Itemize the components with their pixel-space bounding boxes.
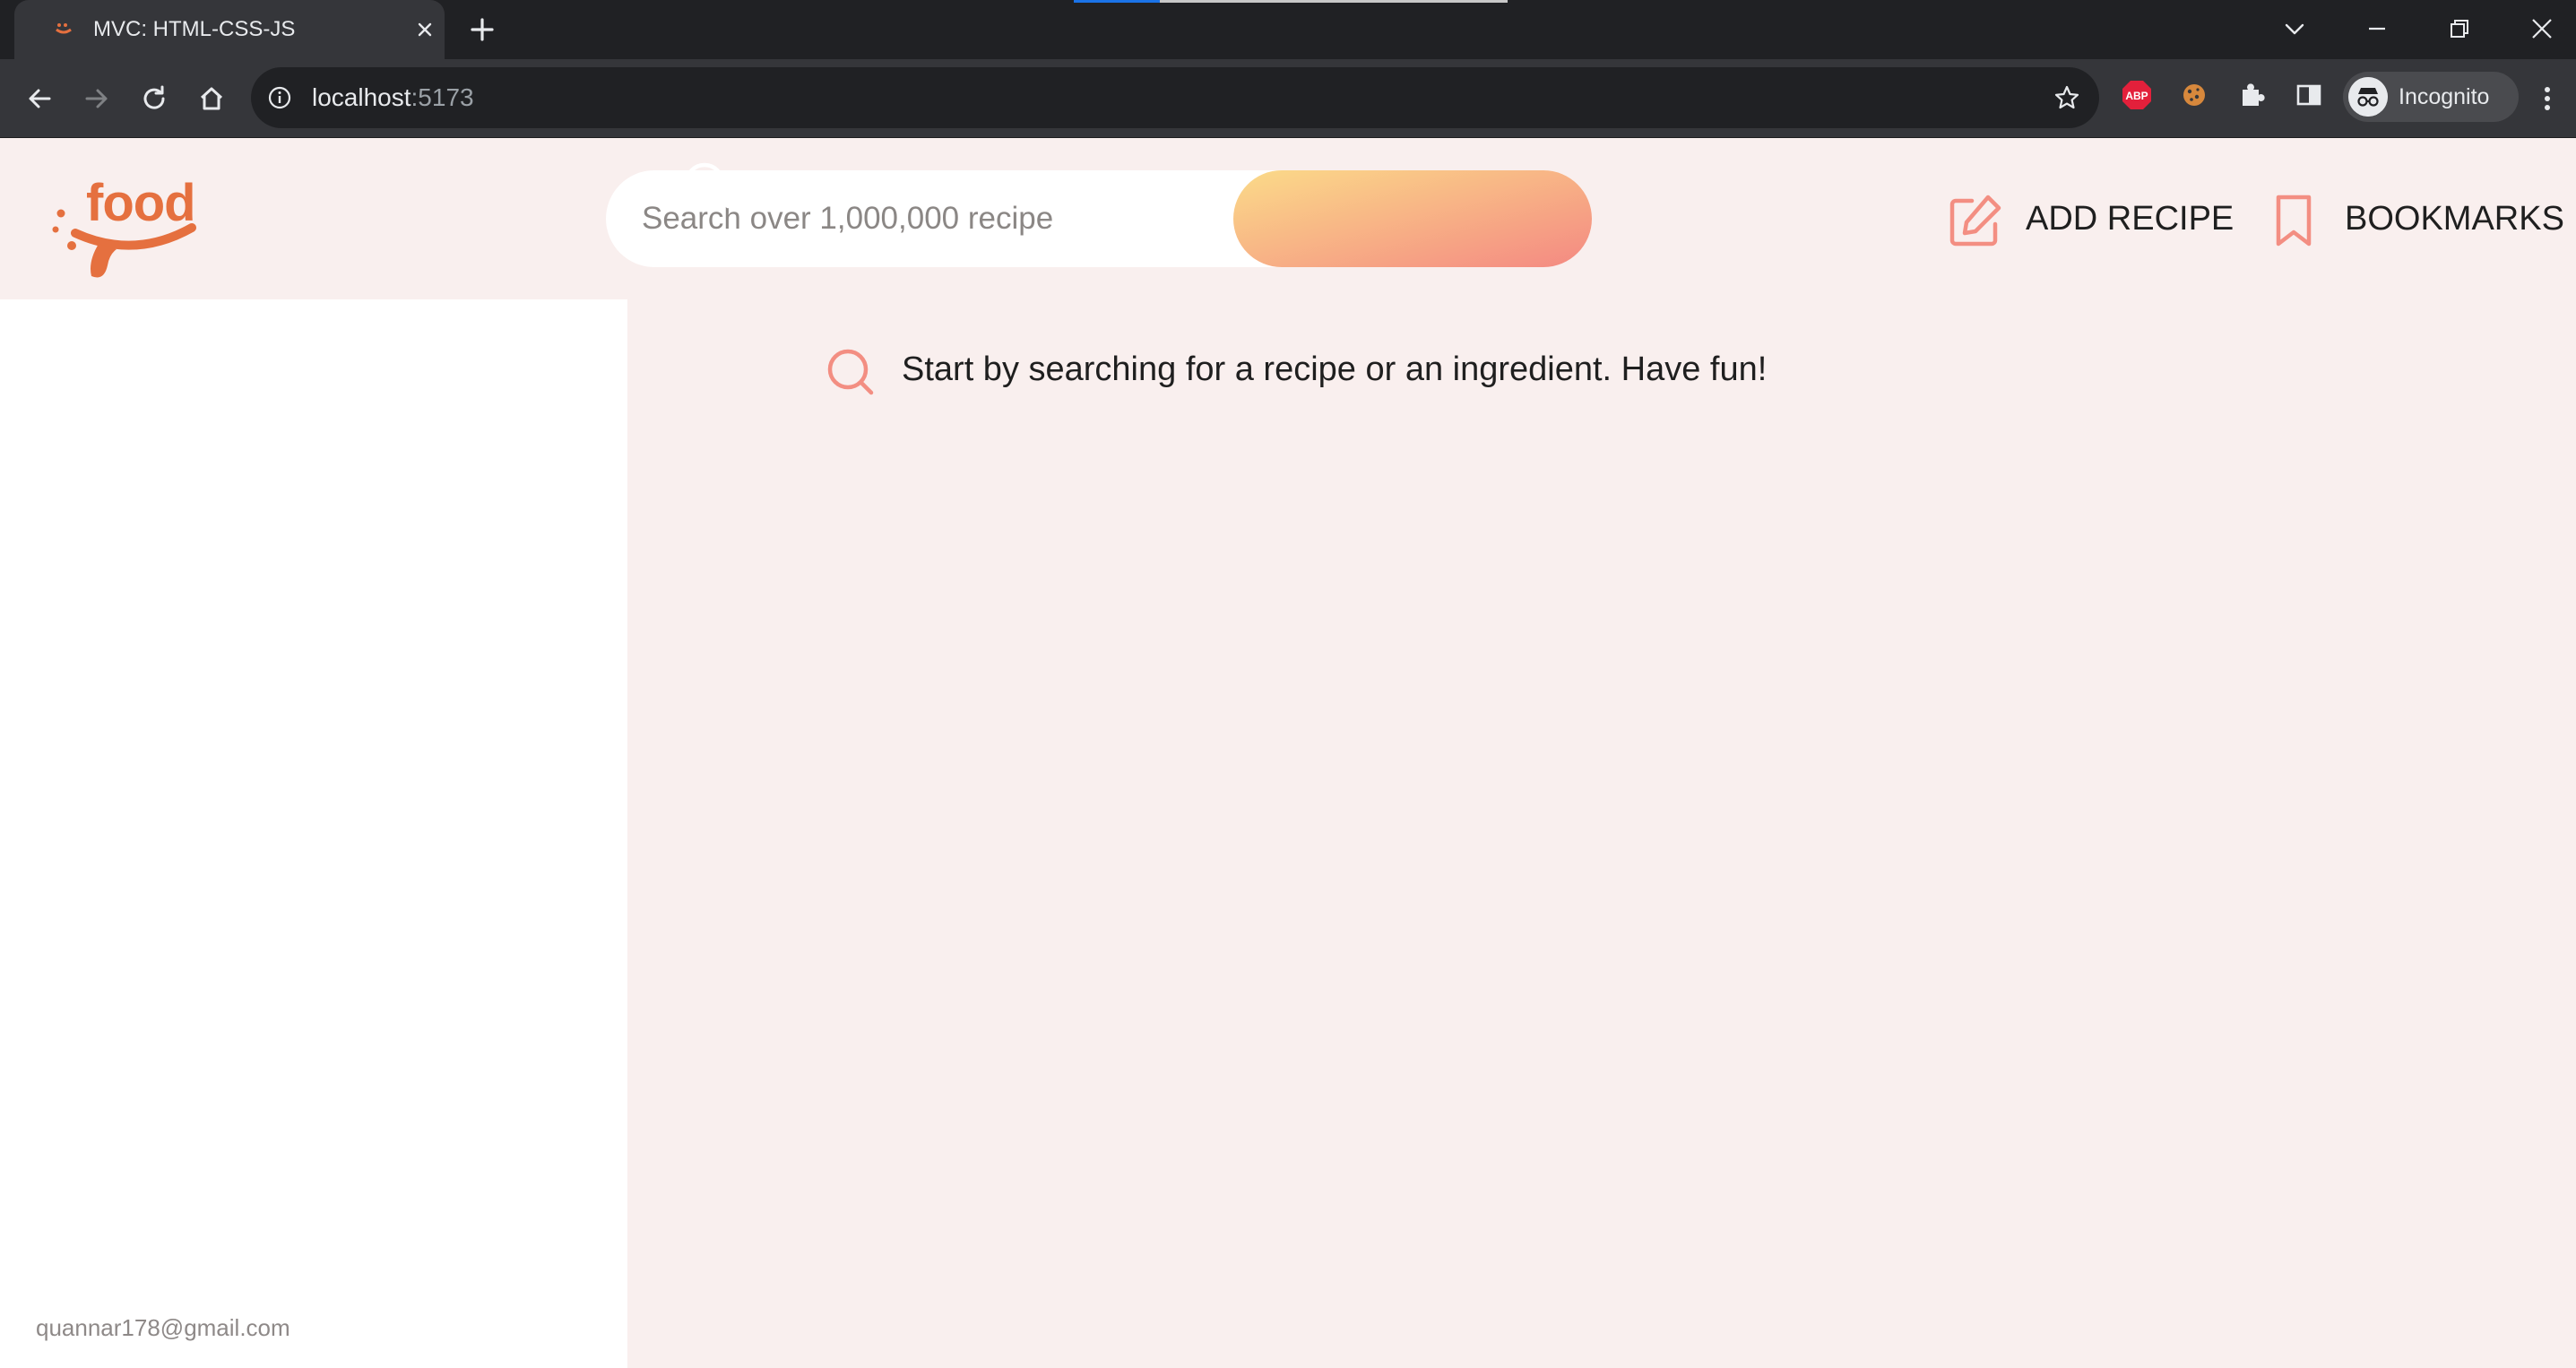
url-host: localhost [312,83,411,111]
minimize-icon[interactable] [2361,13,2393,45]
site-info-icon[interactable] [267,85,292,110]
tab-title: MVC: HTML-CSS-JS [93,17,296,41]
search-form [606,170,1592,267]
incognito-icon [2348,77,2388,117]
food-logo[interactable]: food [52,172,204,283]
puzzle-piece-icon[interactable] [2235,79,2268,111]
profile-label: Incognito [2399,84,2490,109]
close-icon[interactable] [414,19,436,40]
edit-icon [1949,195,2001,247]
bookmarks-label: BOOKMARKS [2345,200,2564,238]
app-page: food SEARCH ADD RECIPE [0,138,2576,1368]
forward-arrow-icon[interactable] [79,81,115,117]
svg-text:ABP: ABP [2125,90,2148,102]
svg-text:food: food [86,174,195,232]
back-arrow-icon[interactable] [22,81,57,117]
restore-icon[interactable] [2443,13,2476,45]
app-header: food SEARCH ADD RECIPE [0,138,2576,299]
search-button[interactable] [1233,170,1592,267]
star-icon[interactable] [2053,83,2081,112]
browser-tab[interactable]: MVC: HTML-CSS-JS [14,0,445,59]
browser-toolbar: localhost:5173 ABP Incognito [0,59,2576,138]
url-text: localhost:5173 [312,67,474,128]
cookie-icon[interactable] [2178,79,2210,111]
bookmarks-button[interactable]: BOOKMARKS [2266,165,2565,273]
adblock-plus-icon[interactable]: ABP [2121,79,2153,111]
copyright: quannar178@gmail.com [36,1314,290,1341]
start-message-text: Start by searching for a recipe or an in… [902,351,1768,388]
add-recipe-button[interactable]: ADD RECIPE [1943,165,2234,273]
recipe-view: Start by searching for a recipe or an in… [627,299,2576,1368]
search-icon[interactable] [681,160,733,212]
new-tab-plus-icon[interactable] [468,15,497,44]
side-panel-icon[interactable] [2293,79,2325,111]
food-favicon-icon [56,23,72,34]
url-port: :5173 [411,83,474,111]
bookmark-icon [2276,195,2312,247]
address-bar[interactable]: localhost:5173 [251,67,2099,128]
tab-search-chevron-icon[interactable] [2278,13,2311,45]
search-icon [827,349,874,395]
browser-tab-strip: MVC: HTML-CSS-JS [0,0,2576,59]
reload-icon[interactable] [136,81,172,117]
home-icon[interactable] [194,81,229,117]
window-close-icon[interactable] [2526,13,2558,45]
search-button-label[interactable]: SEARCH [756,138,894,235]
more-menu-icon[interactable] [2529,81,2565,117]
incognito-profile-button[interactable]: Incognito [2343,72,2519,122]
add-recipe-label: ADD RECIPE [2026,200,2235,238]
search-results-panel: quannar178@gmail.com [0,299,627,1368]
loading-indicator [1074,0,1508,3]
loading-indicator-fill [1074,0,1160,3]
